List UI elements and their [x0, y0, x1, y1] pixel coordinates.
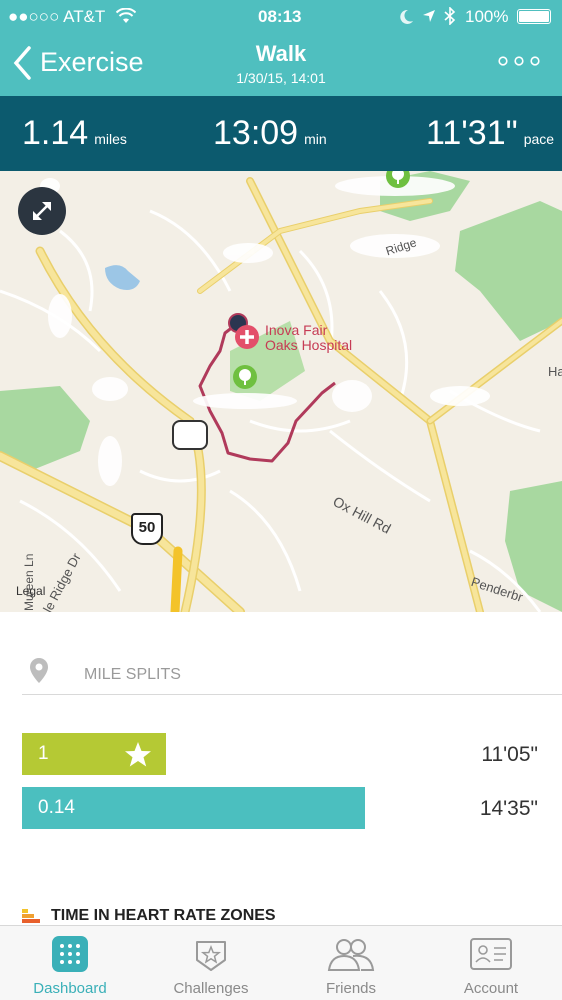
tab-account-label: Account — [463, 980, 519, 997]
mile-splits-header: MILE SPLITS — [84, 666, 181, 683]
heart-rate-zones-icon — [22, 909, 40, 923]
duration-unit: min — [304, 131, 327, 147]
expand-map-button[interactable] — [18, 187, 66, 235]
stat-pace: 11'31" pace — [426, 114, 554, 153]
clock: 08:13 — [258, 7, 302, 26]
duration-value: 13:09 — [213, 114, 299, 152]
more-dots-icon[interactable] — [497, 55, 541, 67]
split-1-label: 1 — [38, 743, 49, 764]
route-map[interactable]: Inova Fair Oaks Hospital 50 Ox Hill Rd P… — [0, 171, 562, 612]
location-pin-icon — [30, 658, 48, 683]
mureen-ln-label: Mureen Ln — [22, 553, 36, 611]
tab-friends[interactable]: Friends — [281, 926, 421, 1000]
obscured-marker — [172, 420, 208, 450]
header: ●●○○○ AT&T 08:13 100% Exercise Walk 1/30… — [0, 0, 562, 96]
carrier-label: ●●○○○ AT&T — [8, 7, 106, 26]
park-icon-top — [386, 171, 410, 188]
split-2-time: 14'35" — [479, 797, 538, 820]
legal-link[interactable]: Legal — [16, 584, 45, 598]
tab-challenges[interactable]: Challenges — [141, 926, 281, 1000]
split-bar-1: 1 — [22, 733, 166, 775]
hospital-label-line1: Inova Fair — [265, 322, 328, 338]
hospital-icon — [235, 325, 259, 349]
tab-bar: Dashboard Challenges Friends Account — [0, 925, 562, 1000]
route-50-shield: 50 — [131, 513, 163, 545]
park-icon — [233, 365, 257, 389]
exercise-stats: 1.14 miles 13:09 min 11'31" pace — [0, 96, 562, 171]
heart-rate-header: TIME IN HEART RATE ZONES — [51, 907, 276, 924]
bluetooth-icon — [444, 7, 456, 25]
battery-icon — [517, 9, 551, 24]
stat-distance: 1.14 miles — [22, 114, 127, 153]
star-badge-icon — [196, 941, 226, 971]
friends-icon — [327, 939, 375, 971]
tab-account[interactable]: Account — [421, 926, 561, 1000]
pace-unit: pace — [523, 131, 555, 147]
ha-label: Ha — [548, 364, 562, 379]
hospital-label: Inova Fair Oaks Hospital — [265, 323, 352, 353]
hospital-label-line2: Oaks Hospital — [265, 337, 353, 353]
map-canvas — [0, 171, 562, 612]
split-1-time: 11'05" — [481, 743, 538, 766]
tab-friends-label: Friends — [325, 980, 377, 997]
id-card-icon — [470, 938, 512, 970]
divider — [22, 694, 562, 695]
distance-value: 1.14 — [22, 114, 89, 152]
split-bar-2: 0.14 — [22, 787, 365, 829]
stat-duration: 13:09 min — [213, 114, 327, 153]
battery-percent: 100% — [465, 7, 509, 26]
location-arrow-icon — [423, 10, 435, 22]
tab-dashboard-label: Dashboard — [33, 980, 107, 997]
page-subtitle: 1/30/15, 14:01 — [236, 70, 326, 86]
expand-icon — [33, 202, 51, 220]
tab-dashboard[interactable]: Dashboard — [0, 926, 140, 1000]
dashboard-grid-icon — [52, 936, 88, 972]
star-icon — [125, 742, 151, 767]
tab-challenges-label: Challenges — [173, 980, 249, 997]
split-2-label: 0.14 — [38, 797, 75, 818]
pace-value: 11'31" — [426, 114, 518, 152]
moon-icon — [400, 9, 413, 24]
page-title: Walk — [255, 41, 307, 66]
wifi-icon — [116, 8, 136, 23]
distance-unit: miles — [94, 131, 127, 147]
